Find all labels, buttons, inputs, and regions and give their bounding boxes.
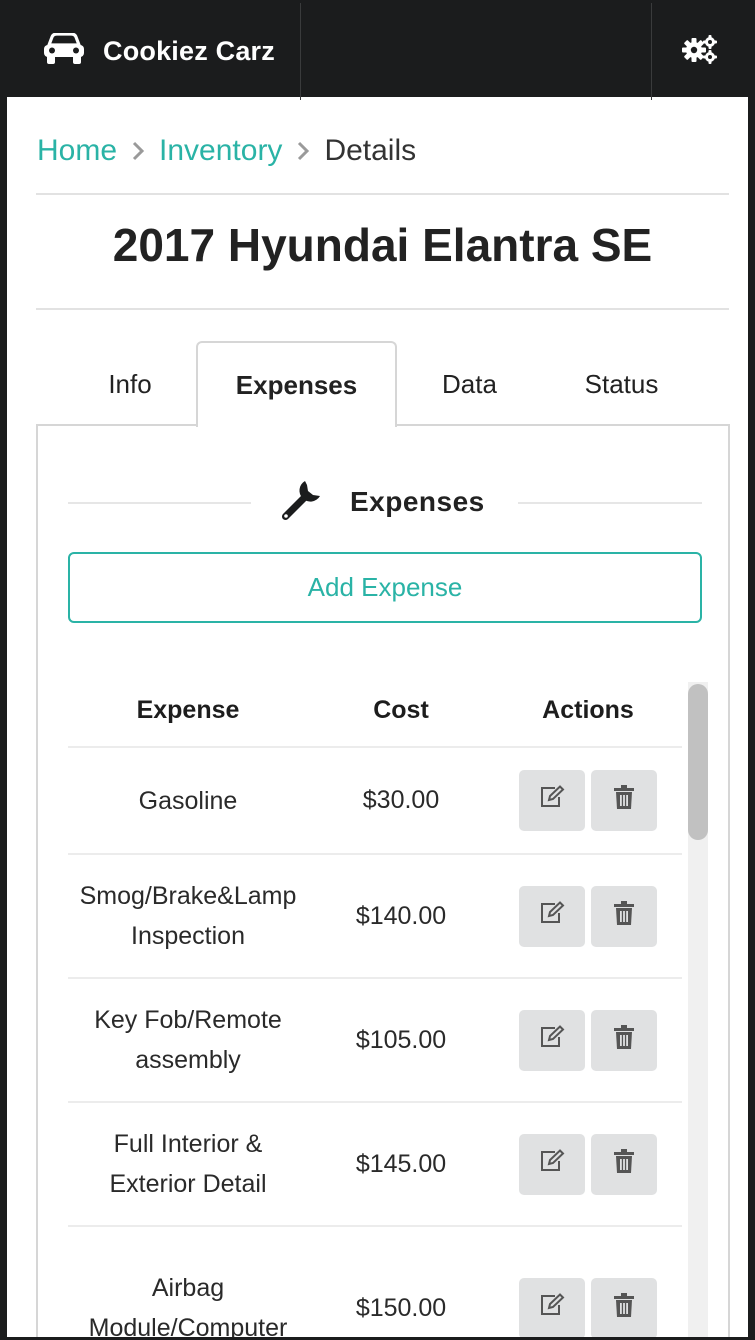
chevron-right-icon <box>131 140 145 162</box>
divider <box>518 502 702 504</box>
table-row: Key Fob/Remote assembly $105.00 <box>68 979 682 1103</box>
expense-cost: $150.00 <box>355 1293 447 1322</box>
section-header: Expenses <box>68 474 702 524</box>
section-title: Expenses <box>350 486 485 517</box>
row-actions <box>494 1277 682 1337</box>
trash-icon <box>613 1148 635 1180</box>
app-frame: Cookiez Carz Home Inventory Details 2017… <box>0 0 755 1340</box>
tab-info[interactable]: Info <box>69 341 191 427</box>
trash-icon <box>613 900 635 932</box>
edit-button[interactable] <box>519 1277 585 1337</box>
expenses-tab-panel: Expenses Add Expense Expense Cost Action… <box>36 424 730 1337</box>
wrench-icon <box>278 477 324 528</box>
tab-expenses[interactable]: Expenses <box>196 341 397 427</box>
expense-cost: $145.00 <box>355 1149 447 1178</box>
table-row: Airbag Module/Computer $150.00 <box>68 1227 682 1337</box>
expense-cost: $105.00 <box>355 1025 447 1054</box>
app-window: Cookiez Carz Home Inventory Details 2017… <box>7 0 748 1337</box>
brand-name: Cookiez Carz <box>103 36 275 66</box>
breadcrumb-current: Details <box>324 134 417 167</box>
row-actions <box>494 770 682 831</box>
delete-button[interactable] <box>591 1009 657 1071</box>
expense-name: Full Interior & Exterior Detail <box>109 1130 267 1198</box>
divider <box>36 193 729 195</box>
expense-name: Gasoline <box>138 786 238 815</box>
table-row: Smog/Brake&Lamp Inspection $140.00 <box>68 855 682 979</box>
edit-icon <box>539 1292 565 1324</box>
breadcrumb-inventory[interactable]: Inventory <box>159 134 282 168</box>
chevron-right-icon <box>296 140 310 162</box>
edit-button[interactable] <box>519 1133 585 1195</box>
expense-name: Airbag Module/Computer <box>88 1274 288 1337</box>
breadcrumb-home[interactable]: Home <box>37 134 117 168</box>
trash-icon <box>613 1024 635 1056</box>
row-actions <box>494 1133 682 1195</box>
expense-cost: $140.00 <box>355 901 447 930</box>
section-heading: Expenses <box>278 474 485 530</box>
edit-icon <box>539 785 565 816</box>
tab-data[interactable]: Data <box>407 341 532 427</box>
column-header-cost: Cost <box>373 695 429 724</box>
divider <box>36 308 729 310</box>
edit-icon <box>539 1024 565 1056</box>
row-actions <box>494 1009 682 1071</box>
edit-button[interactable] <box>519 770 585 831</box>
column-header-expense: Expense <box>136 695 240 724</box>
add-expense-button[interactable]: Add Expense <box>68 552 702 623</box>
settings-button[interactable] <box>651 3 748 100</box>
column-header-actions: Actions <box>542 695 634 724</box>
scrollbar-thumb[interactable] <box>688 684 708 840</box>
table-header: Expense Cost Actions <box>68 674 682 748</box>
edit-icon <box>539 900 565 932</box>
delete-button[interactable] <box>591 885 657 947</box>
expense-cost: $30.00 <box>362 786 440 814</box>
row-actions <box>494 885 682 947</box>
expense-name: Key Fob/Remote assembly <box>94 1006 282 1074</box>
divider <box>68 502 251 504</box>
car-icon <box>43 32 85 70</box>
top-menu-bar: Cookiez Carz <box>7 0 748 100</box>
edit-button[interactable] <box>519 1009 585 1071</box>
brand-link[interactable]: Cookiez Carz <box>7 3 301 100</box>
tab-status[interactable]: Status <box>544 341 699 427</box>
delete-button[interactable] <box>591 770 657 831</box>
expenses-table: Expense Cost Actions Gasoline $30.00 Smo… <box>68 674 682 1337</box>
page-title: 2017 Hyundai Elantra SE <box>112 219 653 271</box>
edit-icon <box>539 1148 565 1180</box>
table-row: Full Interior & Exterior Detail $145.00 <box>68 1103 682 1227</box>
breadcrumb: Home Inventory Details <box>37 128 416 174</box>
expense-name: Smog/Brake&Lamp Inspection <box>79 882 297 950</box>
delete-button[interactable] <box>591 1277 657 1337</box>
edit-button[interactable] <box>519 885 585 947</box>
trash-icon <box>613 1292 635 1324</box>
trash-icon <box>613 785 635 816</box>
cogs-icon <box>681 34 719 69</box>
table-row: Gasoline $30.00 <box>68 748 682 855</box>
delete-button[interactable] <box>591 1133 657 1195</box>
